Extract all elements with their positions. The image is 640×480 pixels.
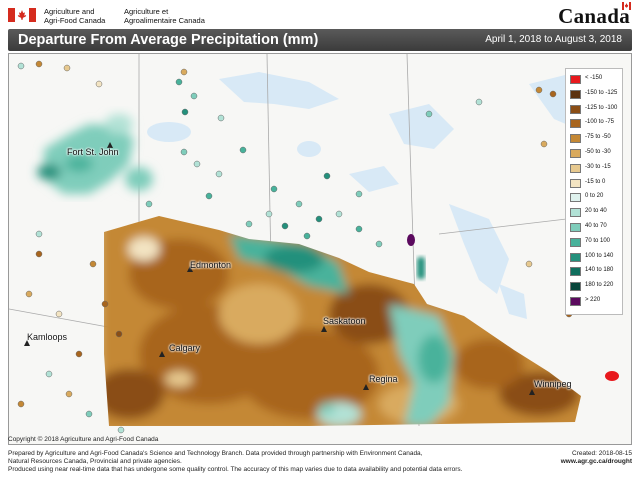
- extreme-wet-spot: [407, 234, 415, 246]
- wet-patch: [417, 257, 425, 279]
- canada-wordmark: Canada: [558, 4, 630, 28]
- footer-text: Prepared by Agriculture and Agri-Food Ca…: [8, 450, 462, 473]
- footer-line2: Natural Resources Canada, Provincial and…: [8, 457, 182, 465]
- legend-swatch: [570, 223, 581, 232]
- footer-line3: Produced using near real-time data that …: [8, 465, 463, 473]
- city-label-saskatoon: Saskatoon: [323, 316, 366, 326]
- legend-swatch: [570, 267, 581, 277]
- legend-label: 140 to 180: [585, 267, 614, 274]
- header-bar: Agriculture and Agri-Food Canada Agricul…: [0, 0, 640, 28]
- city-label-calgary: Calgary: [169, 343, 201, 353]
- legend-label: -100 to -75: [585, 119, 615, 126]
- date-range: April 1, 2018 to August 3, 2018: [485, 34, 622, 45]
- legend-swatch: [570, 104, 581, 114]
- extreme-dry-spot: [605, 371, 619, 381]
- legend-label: -150 to -125: [585, 89, 618, 96]
- footer-line1: Prepared by Agriculture and Agri-Food Ca…: [8, 450, 423, 457]
- legend-label: 0 to 20: [585, 193, 604, 200]
- department-name-en: Agriculture and Agri-Food Canada: [44, 7, 106, 25]
- legend-label: -75 to -50: [585, 134, 611, 141]
- legend-label: -30 to -15: [585, 163, 611, 170]
- dept-fr-line2: Agroalimentaire Canada: [124, 15, 205, 25]
- canada-flag-icon: [8, 8, 36, 22]
- legend-label: 40 to 70: [585, 223, 607, 229]
- winnipeg-marker: [529, 389, 535, 395]
- legend-label: -15 to 0: [585, 178, 606, 185]
- legend-swatch: [570, 89, 581, 99]
- legend-swatch: [570, 178, 581, 188]
- legend-swatch: [570, 149, 581, 158]
- legend-swatch: [570, 193, 581, 203]
- created-date: Created: 2018-08-15: [572, 450, 632, 457]
- regina-marker: [363, 384, 369, 390]
- legend-label: 70 to 100: [585, 237, 611, 244]
- legend-label: 100 to 140: [585, 252, 614, 259]
- legend-swatch: [570, 75, 581, 84]
- footer-url[interactable]: www.agr.gc.ca/drought: [561, 458, 632, 466]
- legend-label: 20 to 40: [585, 208, 607, 215]
- legend-swatch: [570, 163, 581, 173]
- city-label-regina: Regina: [369, 374, 398, 384]
- legend-swatch: [570, 237, 581, 247]
- legend-label: > 220: [585, 297, 601, 303]
- copyright: Copyright © 2018 Agriculture and Agri-Fo…: [8, 436, 159, 443]
- legend-label: -50 to -30: [585, 149, 611, 155]
- legend-label: -125 to -100: [585, 104, 618, 111]
- city-label-winnipeg: Winnipeg: [534, 379, 572, 389]
- legend-swatch: [570, 282, 581, 292]
- legend-swatch: [570, 297, 581, 306]
- legend-swatch: [570, 134, 581, 144]
- saskatoon-marker: [321, 326, 327, 332]
- legend-swatch: [570, 119, 581, 129]
- title-bar: Departure From Average Precipitation (mm…: [8, 29, 632, 51]
- dept-en-line2: Agri-Food Canada: [44, 15, 106, 25]
- footer-right: Created: 2018-08-15 www.agr.gc.ca/drough…: [561, 450, 632, 466]
- map-title: Departure From Average Precipitation (mm…: [18, 32, 319, 48]
- legend-swatch: [570, 208, 581, 218]
- wordmark-flag-icon: [622, 2, 631, 10]
- precipitation-map[interactable]: Fort St. John Edmonton Kamloops Calgary …: [8, 53, 632, 445]
- city-label-edmonton: Edmonton: [190, 260, 232, 270]
- calgary-marker: [159, 351, 165, 357]
- city-label-kamloops: Kamloops: [27, 332, 68, 342]
- city-label-fort-st-john: Fort St. John: [67, 147, 119, 157]
- department-name-fr: Agriculture et Agroalimentaire Canada: [124, 7, 205, 25]
- legend-label: 180 to 220: [585, 282, 614, 289]
- legend-label: < -150: [585, 75, 603, 81]
- legend-swatch: [570, 252, 581, 262]
- map-legend: < -150 -150 to -125 -125 to -100 -100 to -7…: [565, 68, 623, 315]
